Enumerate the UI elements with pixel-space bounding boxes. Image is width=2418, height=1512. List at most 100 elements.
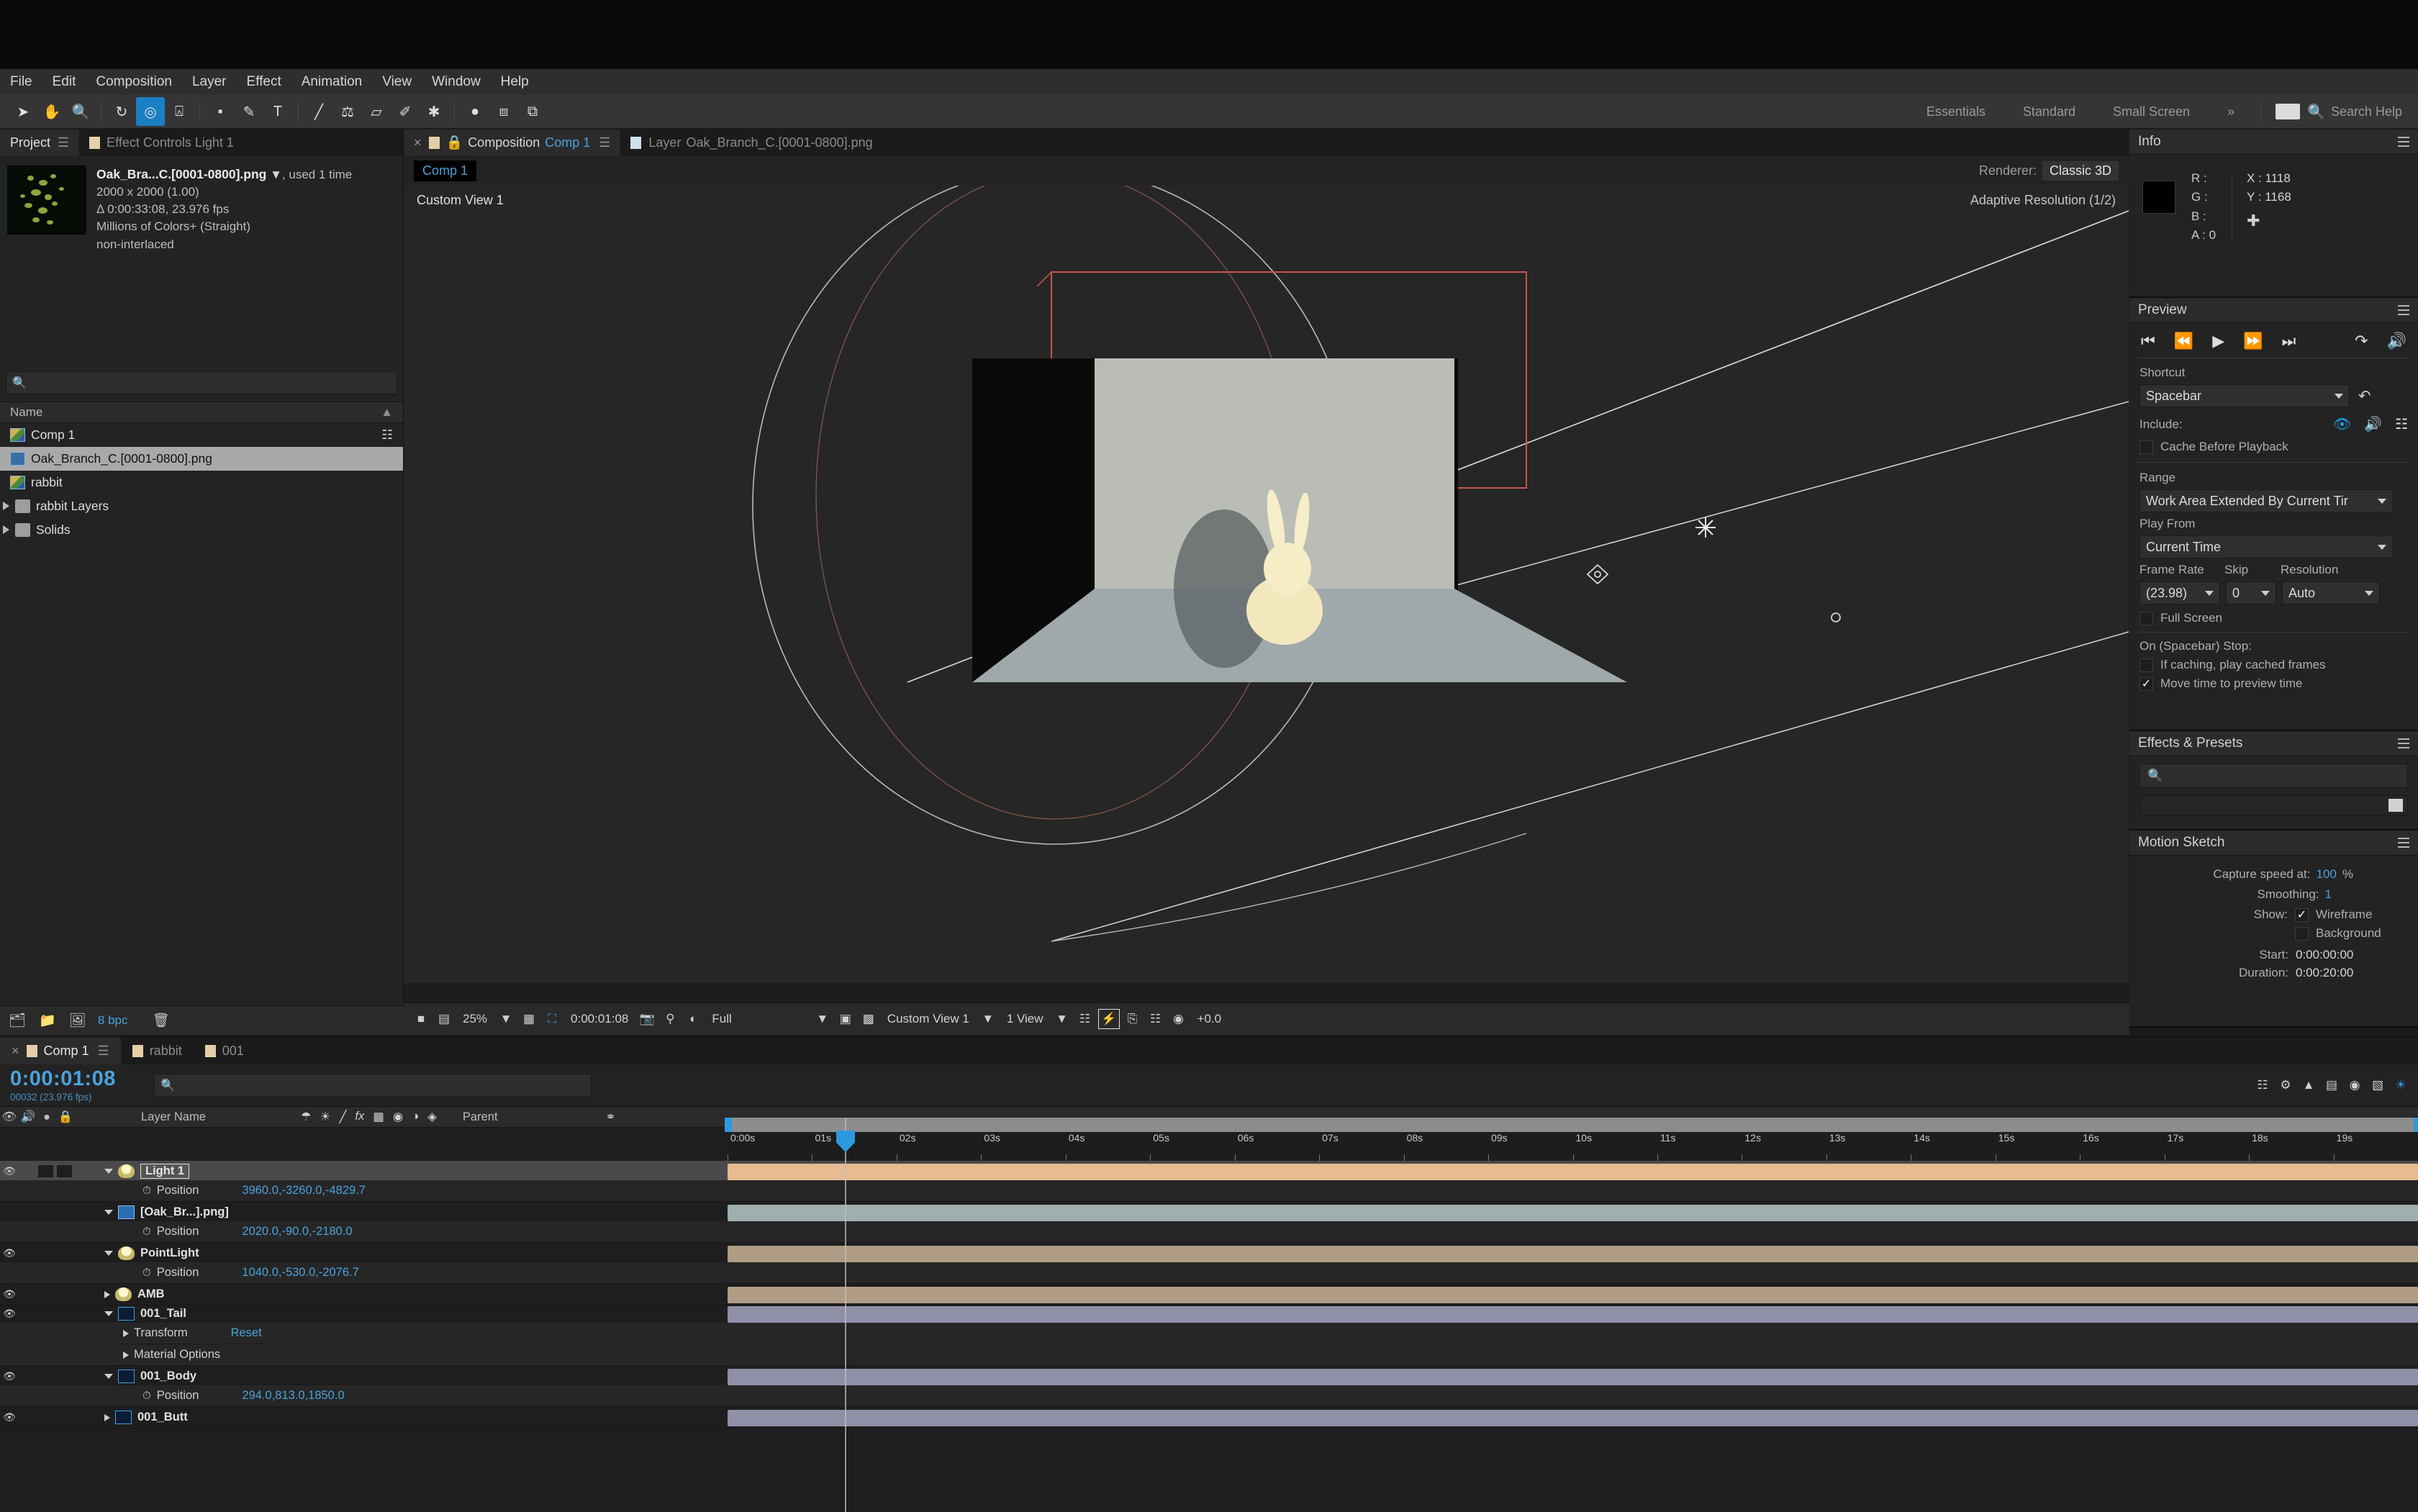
resolution-select[interactable]: Auto (2282, 581, 2380, 605)
workspace-standard[interactable]: Standard (2004, 104, 2094, 119)
lock-toggle[interactable] (56, 1308, 75, 1320)
last-frame-button[interactable]: ⏭ (2282, 332, 2296, 350)
twirl-toggle-icon[interactable] (104, 1210, 113, 1215)
eraser-tool[interactable]: ▱ (362, 97, 391, 126)
menu-item-file[interactable]: File (0, 69, 42, 95)
layer-duration-bar[interactable] (728, 1306, 2418, 1323)
lock-toggle[interactable] (56, 1411, 75, 1423)
tab-effect-controls[interactable]: Effect Controls Light 1 (79, 130, 244, 155)
effects-list-area[interactable] (2139, 795, 2408, 815)
tab-composition-comp1[interactable]: × 🔒 Composition Comp 1 ☰ (404, 130, 621, 155)
work-area-start-handle[interactable] (725, 1118, 732, 1132)
resolution-quality[interactable]: Full (706, 1012, 737, 1026)
chevron-down-icon[interactable]: ▼ (1052, 1010, 1072, 1028)
solo-toggle[interactable] (37, 1308, 56, 1320)
pixel-aspect-correction-icon[interactable]: ☷ (1075, 1010, 1095, 1028)
video-visibility-toggle[interactable]: 👁 (0, 1308, 19, 1320)
cache-before-playback-checkbox[interactable] (2139, 440, 2153, 454)
clone-stamp-tool[interactable]: ⚖ (333, 97, 362, 126)
property-value[interactable]: 1040.0,-530.0,-2076.7 (242, 1266, 358, 1280)
hand-tool[interactable]: ✋ (37, 97, 66, 126)
chevron-right-icon[interactable] (3, 502, 9, 511)
list-item[interactable]: Oak_Branch_C.[0001-0800].png (0, 446, 403, 471)
solo-toggle[interactable] (37, 1247, 56, 1259)
view-layout-select[interactable]: Custom View 1 (882, 1012, 975, 1026)
list-item[interactable]: Comp 1 ☷ (0, 423, 403, 447)
twirl-toggle-icon[interactable] (104, 1311, 113, 1316)
property-row[interactable]: ⏱ Position 2020.0,-90.0,-2180.0 (0, 1221, 2418, 1243)
new-folder-icon[interactable]: 📁 (39, 1012, 56, 1029)
zoom-level[interactable]: 25% (457, 1012, 493, 1026)
workspace-small-screen[interactable]: Small Screen (2094, 104, 2209, 119)
layer-name[interactable]: [Oak_Br...].png] (140, 1205, 229, 1219)
workspace-overflow-icon[interactable]: » (2209, 104, 2253, 119)
brush-tool[interactable]: ╱ (304, 97, 333, 126)
type-tool[interactable]: T (263, 97, 292, 126)
align-right-tool[interactable]: ⧉ (518, 97, 547, 126)
delete-icon[interactable]: 🗑 (153, 1012, 170, 1029)
menu-item-effect[interactable]: Effect (237, 69, 291, 95)
new-effect-icon[interactable] (2388, 799, 2403, 812)
property-row[interactable]: ⏱ Position 1040.0,-530.0,-2076.7 (0, 1262, 2418, 1284)
views-count-select[interactable]: 1 View (1001, 1012, 1049, 1026)
play-button[interactable]: ▶ (2212, 332, 2224, 350)
tab-rabbit[interactable]: rabbit (121, 1037, 194, 1064)
graph-editor-icon[interactable]: ▧ (2368, 1076, 2388, 1095)
effects-search-input[interactable]: 🔍 (2139, 764, 2408, 788)
stopwatch-icon[interactable]: ⏱ (142, 1390, 151, 1402)
panel-menu-icon[interactable] (2398, 838, 2409, 848)
lock-toggle[interactable] (56, 1165, 75, 1177)
layer-duration-bar[interactable] (728, 1287, 2418, 1303)
shape-tool[interactable]: ▪ (206, 97, 235, 126)
reset-exposure-icon[interactable]: ◉ (1169, 1010, 1189, 1028)
snapshot-camera-icon[interactable]: 📷 (637, 1010, 657, 1028)
layer-name[interactable]: AMB (137, 1287, 165, 1301)
solo-toggle[interactable] (37, 1370, 56, 1382)
current-time-indicator[interactable] (845, 1118, 846, 1512)
layer-name[interactable]: 001_Butt (137, 1411, 188, 1424)
brainstorm-icon[interactable]: ☀ (2391, 1076, 2411, 1095)
motion-blur-icon[interactable]: ◉ (2345, 1076, 2365, 1095)
capture-speed-value[interactable]: 100 (2317, 867, 2337, 882)
fast-previews-icon[interactable]: ⚡ (1097, 1009, 1120, 1029)
panel-menu-icon[interactable] (2398, 137, 2409, 147)
workspace-layout-icon[interactable] (2276, 104, 2301, 119)
menu-item-animation[interactable]: Animation (291, 69, 373, 95)
toggle-view-mask-icon[interactable]: ▤ (434, 1010, 454, 1028)
rotation-tool[interactable]: ↻ (107, 97, 136, 126)
panel-menu-icon[interactable]: ☰ (58, 135, 69, 150)
play-from-select[interactable]: Current Time (2139, 535, 2393, 558)
twirl-toggle-icon[interactable] (104, 1251, 113, 1256)
frame-rate-select[interactable]: (23.98) (2139, 581, 2220, 605)
layer-name[interactable]: PointLight (140, 1246, 199, 1260)
layer-name[interactable]: 001_Tail (140, 1307, 186, 1321)
video-visibility-toggle[interactable]: 👁 (0, 1165, 19, 1177)
layer-name[interactable]: Light 1 (140, 1164, 190, 1179)
renderer-value[interactable]: Classic 3D (2042, 160, 2119, 181)
bit-depth-label[interactable]: 8 bpc (98, 1013, 128, 1028)
new-comp-icon[interactable]: 🗂 (9, 1012, 26, 1029)
menu-item-window[interactable]: Window (422, 69, 491, 95)
stopwatch-icon[interactable]: ⏱ (142, 1226, 151, 1238)
list-item[interactable]: Solids (0, 518, 403, 542)
menu-item-help[interactable]: Help (491, 69, 539, 95)
layer-duration-bar[interactable] (728, 1205, 2418, 1221)
property-row[interactable]: ⏱ Position 3960.0,-3260.0,-4829.7 (0, 1180, 2418, 1202)
include-overlays-icon[interactable]: ☷ (2395, 415, 2408, 433)
shortcut-select[interactable]: Spacebar (2139, 384, 2350, 407)
close-icon[interactable]: × (414, 135, 422, 150)
video-visibility-toggle[interactable]: 👁 (0, 1288, 19, 1300)
twirl-toggle-icon[interactable] (123, 1351, 129, 1359)
current-time-display[interactable]: 0:00:01:08 (565, 1012, 634, 1026)
video-visibility-toggle[interactable]: 👁 (0, 1247, 19, 1259)
include-video-icon[interactable]: 👁 (2333, 415, 2351, 433)
first-frame-button[interactable]: ⏮ (2141, 332, 2155, 350)
toggle-transparency-grid-icon[interactable]: ■ (411, 1010, 431, 1028)
region-interest-toggle-icon[interactable]: ▣ (836, 1010, 856, 1028)
solo-toggle[interactable] (37, 1206, 56, 1218)
chevron-right-icon[interactable] (3, 525, 9, 535)
property-row[interactable]: Transform Reset (0, 1323, 2418, 1344)
timeline-switch-icon[interactable]: ⎘ (1123, 1010, 1143, 1028)
grid-guides-icon[interactable]: ▦ (519, 1010, 539, 1028)
transparency-grid-icon[interactable]: ▩ (859, 1010, 879, 1028)
